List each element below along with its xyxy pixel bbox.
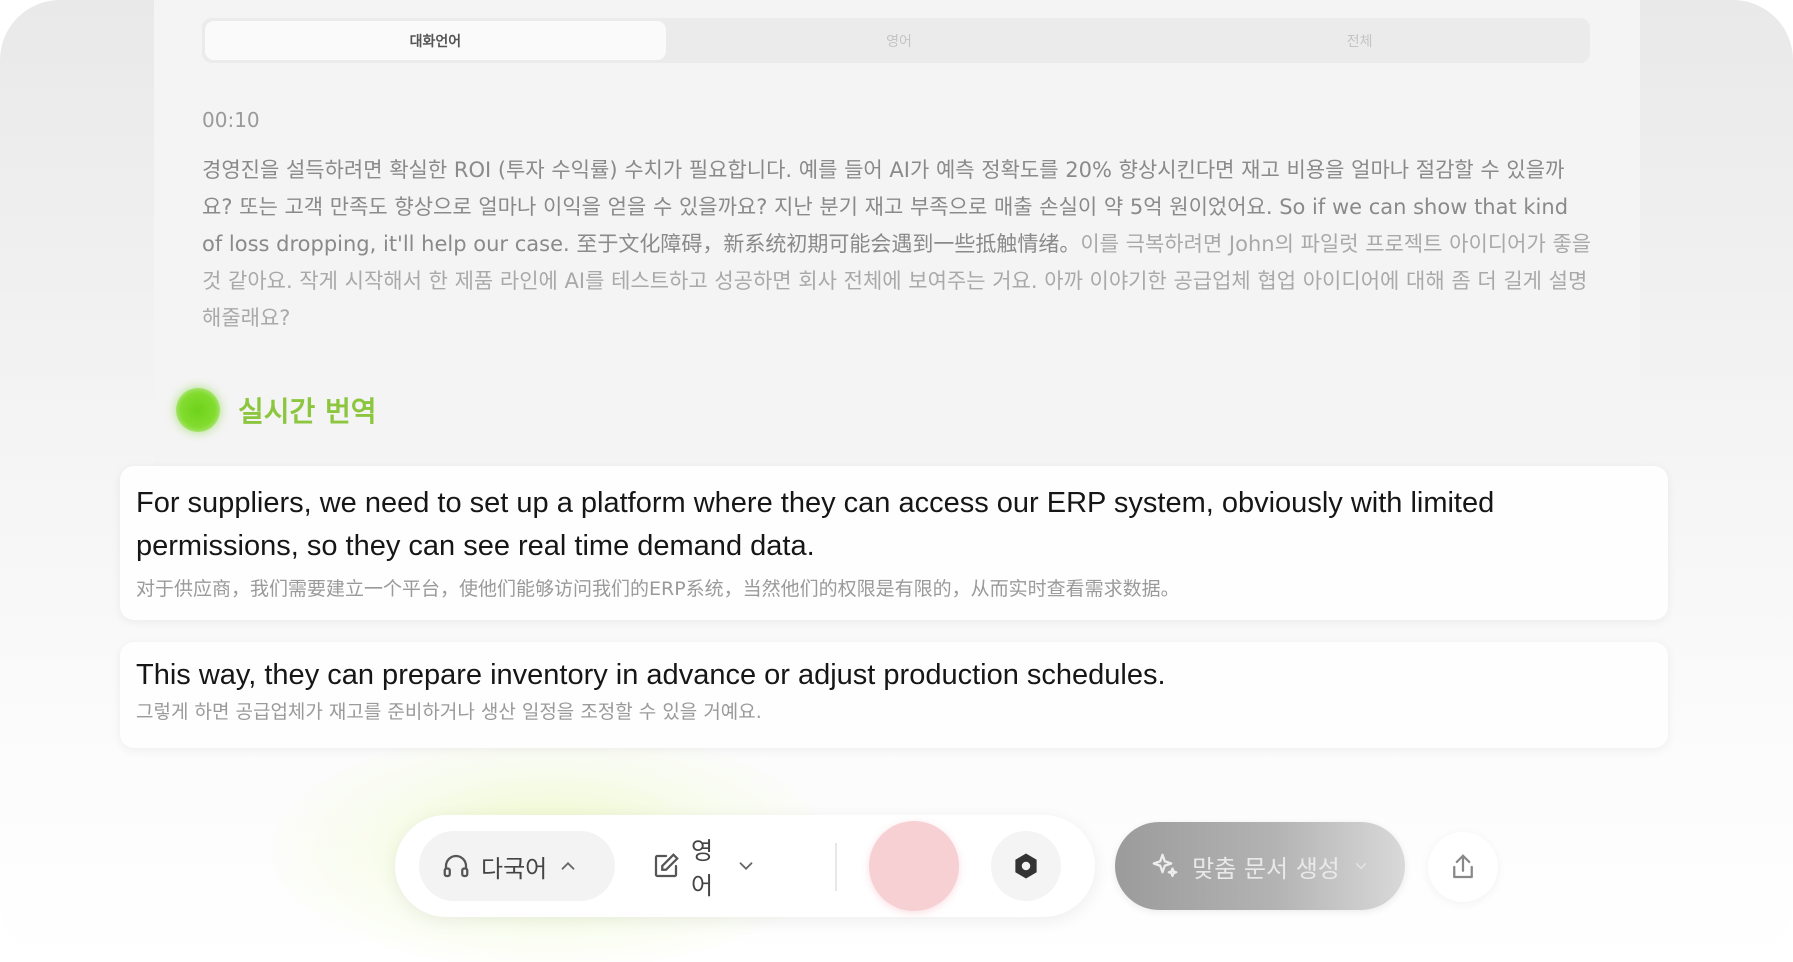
translation-target-text: 对于供应商，我们需要建立一个平台，使他们能够访问我们的ERP系统，当然他们的权限… bbox=[136, 578, 1180, 600]
tab-conversation-language[interactable]: 대화언어 bbox=[205, 21, 666, 60]
share-icon bbox=[1453, 854, 1473, 879]
share-button[interactable] bbox=[1428, 832, 1498, 902]
translation-card: For suppliers, we need to set up a platf… bbox=[120, 466, 1668, 620]
target-language-button[interactable]: 영어 bbox=[629, 831, 779, 901]
toolbar-divider bbox=[835, 843, 837, 891]
tab-english[interactable]: 영어 bbox=[669, 18, 1130, 63]
live-translation-label: 실시간 번역 bbox=[238, 395, 377, 428]
gear-icon bbox=[1015, 853, 1037, 879]
chevron-down-icon bbox=[739, 862, 753, 871]
transcript-text: 경영진을 설득하려면 확실한 ROI (투자 수익률) 수치가 필요합니다. 예… bbox=[202, 152, 1592, 337]
generate-document-button[interactable]: 맞춤 문서 생성 bbox=[1115, 822, 1405, 910]
control-toolbar: 다국어 영어 bbox=[395, 815, 1095, 917]
target-language-label: 영어 bbox=[691, 837, 714, 900]
chevron-up-icon bbox=[561, 861, 575, 870]
edit-icon bbox=[654, 853, 679, 878]
app-frame: 대화언어 영어 전체 00:10 경영진을 설득하려면 확실한 ROI (투자 … bbox=[0, 0, 1793, 962]
settings-button[interactable] bbox=[991, 831, 1061, 901]
headphones-icon bbox=[443, 854, 469, 878]
translation-card: This way, they can prepare inventory in … bbox=[120, 642, 1668, 748]
live-translation-header: 실시간 번역 bbox=[176, 388, 377, 432]
translation-source-text: For suppliers, we need to set up a platf… bbox=[136, 487, 1495, 562]
generate-document-label: 맞춤 문서 생성 bbox=[1192, 854, 1340, 883]
record-button[interactable] bbox=[869, 821, 959, 911]
translation-target-text: 그렇게 하면 공급업체가 재고를 준비하거나 생산 일정을 조정할 수 있을 거… bbox=[136, 701, 762, 723]
tab-all[interactable]: 전체 bbox=[1129, 18, 1590, 63]
live-indicator-icon bbox=[176, 388, 220, 432]
sparkle-icon bbox=[1152, 853, 1178, 878]
language-tabs: 대화언어 영어 전체 bbox=[202, 18, 1590, 63]
transcript-timestamp: 00:10 bbox=[202, 108, 260, 132]
chevron-down-icon bbox=[1355, 863, 1367, 870]
source-language-label: 다국어 bbox=[481, 854, 548, 883]
source-language-button[interactable]: 다국어 bbox=[419, 831, 615, 901]
translation-source-text: This way, they can prepare inventory in … bbox=[136, 659, 1166, 691]
